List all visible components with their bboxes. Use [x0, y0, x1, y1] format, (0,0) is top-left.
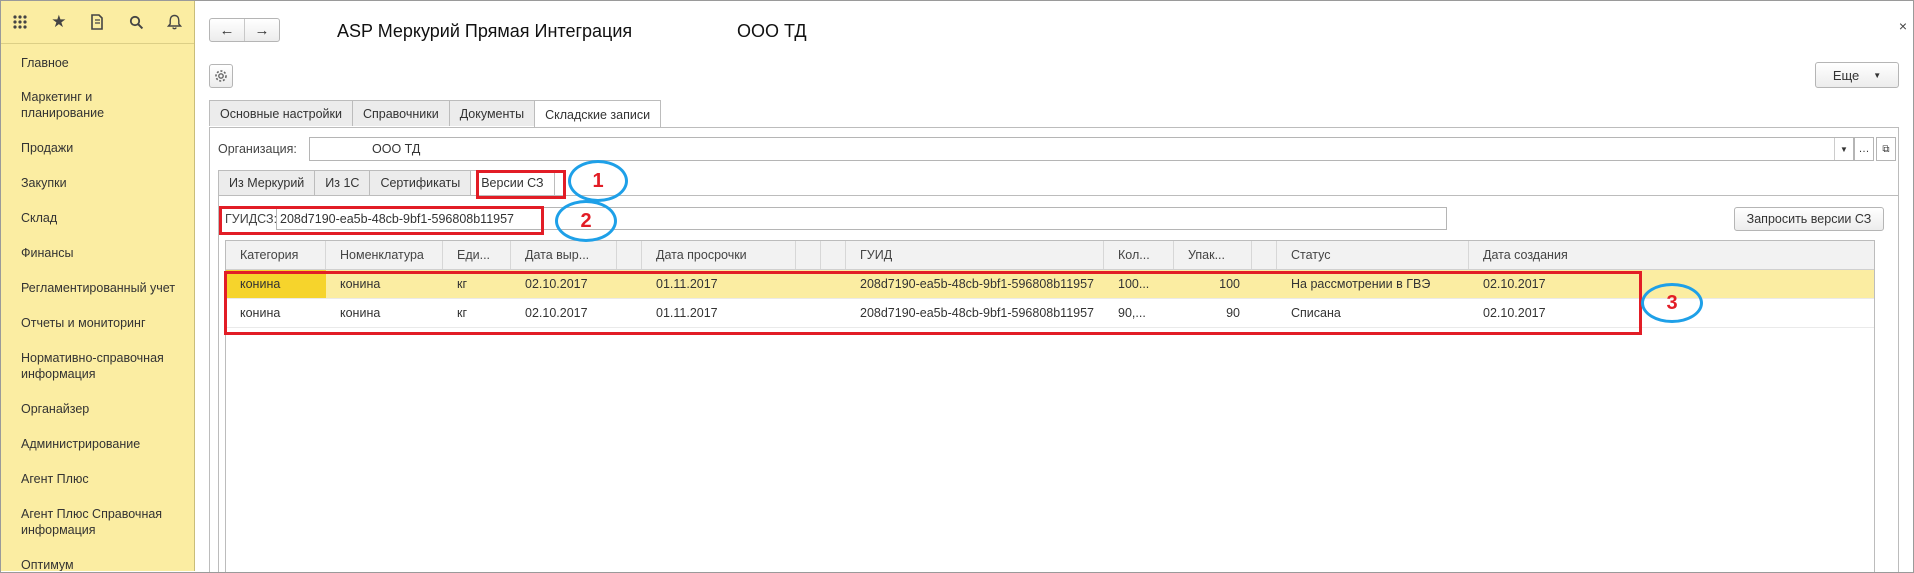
cell-category[interactable]: конина: [226, 270, 326, 298]
tab-directories[interactable]: Справочники: [351, 100, 450, 126]
tab-documents[interactable]: Документы: [448, 100, 536, 126]
sidebar-item-main[interactable]: Главное: [1, 55, 181, 71]
cell-quantity[interactable]: 90,...: [1104, 299, 1174, 327]
history-icon[interactable]: [78, 1, 117, 43]
cell-packages[interactable]: 100: [1174, 270, 1252, 298]
settings-gear-button[interactable]: [209, 64, 233, 88]
col-packages[interactable]: Упак...: [1174, 241, 1252, 269]
col-empty-1[interactable]: [617, 241, 642, 269]
request-versions-button[interactable]: Запросить версии СЗ: [1734, 207, 1884, 231]
tab-main-settings[interactable]: Основные настройки: [209, 100, 353, 126]
org-value: ООО ТД: [372, 142, 421, 156]
sidebar-item-agent-plus[interactable]: Агент Плюс: [1, 471, 181, 487]
cell-status[interactable]: Списана: [1277, 299, 1469, 327]
sz-versions-panel: ГУИДСЗ: 208d7190-ea5b-48cb-9bf1-596808b1…: [218, 195, 1898, 572]
col-empty-4[interactable]: [1252, 241, 1277, 269]
cell-guid[interactable]: 208d7190-ea5b-48cb-9bf1-596808b11957: [846, 270, 1104, 298]
guid-input[interactable]: 208d7190-ea5b-48cb-9bf1-596808b11957: [276, 207, 1447, 230]
sidebar-item-reports[interactable]: Отчеты и мониторинг: [1, 315, 194, 331]
org-select-button[interactable]: …: [1854, 137, 1874, 161]
sidebar-item-administration[interactable]: Администрирование: [1, 436, 181, 452]
annotation-oval-1: 1: [568, 160, 628, 202]
sidebar-item-regulated-accounting[interactable]: Регламентированный учет: [1, 280, 194, 296]
table-row[interactable]: конина конина кг 02.10.2017 01.11.2017 2…: [226, 299, 1874, 328]
sidebar-item-optimum[interactable]: Оптимум: [1, 557, 181, 571]
col-guid[interactable]: ГУИД: [846, 241, 1104, 269]
tab-certificates[interactable]: Сертификаты: [369, 170, 472, 195]
sidebar-item-sales[interactable]: Продажи: [1, 140, 181, 156]
warehouse-records-panel: Организация: ООО ТД ▼ … ⧉ Из Меркурий Из…: [209, 127, 1899, 572]
main-tabs: Основные настройки Справочники Документы…: [209, 100, 662, 128]
cell-production-date[interactable]: 02.10.2017: [511, 299, 617, 327]
tab-warehouse-records[interactable]: Складские записи: [534, 100, 662, 128]
org-label: Организация:: [218, 142, 297, 156]
cell-created-date[interactable]: 02.10.2017: [1469, 299, 1669, 327]
col-nomenclature[interactable]: Номенклатура: [326, 241, 443, 269]
gear-icon: [215, 70, 227, 82]
sidebar-item-finance[interactable]: Финансы: [1, 245, 181, 261]
cell-packages[interactable]: 90: [1174, 299, 1252, 327]
annotation-oval-3: 3: [1641, 283, 1703, 323]
versions-table: Категория Номенклатура Еди... Дата выр..…: [225, 240, 1875, 572]
cell-expiry-date[interactable]: 01.11.2017: [642, 299, 796, 327]
cell-guid[interactable]: 208d7190-ea5b-48cb-9bf1-596808b11957: [846, 299, 1104, 327]
page-title: ASP Меркурий Прямая Интеграция: [337, 21, 633, 41]
sidebar-item-warehouse[interactable]: Склад: [1, 210, 181, 226]
col-status[interactable]: Статус: [1277, 241, 1469, 269]
sub-tabs: Из Меркурий Из 1С Сертификаты Версии СЗ: [218, 170, 555, 195]
cell-status[interactable]: На рассмотрении в ГВЭ: [1277, 270, 1469, 298]
sidebar-toolbar: ★: [1, 1, 194, 44]
col-empty-2[interactable]: [796, 241, 821, 269]
col-created-date[interactable]: Дата создания: [1469, 241, 1874, 269]
table-row[interactable]: конина конина кг 02.10.2017 01.11.2017 2…: [226, 270, 1874, 299]
col-expiry-date[interactable]: Дата просрочки: [642, 241, 796, 269]
col-category[interactable]: Категория: [226, 241, 326, 269]
more-button[interactable]: Еще ▼: [1815, 62, 1899, 88]
nav-buttons: ← →: [209, 18, 280, 42]
more-label: Еще: [1832, 67, 1860, 83]
cell-expiry-date[interactable]: 01.11.2017: [642, 270, 796, 298]
apps-grid-icon[interactable]: [1, 1, 40, 43]
col-unit[interactable]: Еди...: [443, 241, 511, 269]
sidebar: ★ Главное Маркетинг и планирование Прода…: [1, 1, 195, 571]
star-icon[interactable]: ★: [40, 1, 79, 43]
cell-unit[interactable]: кг: [443, 299, 511, 327]
forward-arrow-icon[interactable]: →: [244, 19, 279, 41]
close-icon[interactable]: ×: [1899, 18, 1907, 34]
cell-quantity[interactable]: 100...: [1104, 270, 1174, 298]
back-arrow-icon[interactable]: ←: [210, 19, 244, 41]
cell-unit[interactable]: кг: [443, 270, 511, 298]
cell-production-date[interactable]: 02.10.2017: [511, 270, 617, 298]
dropdown-arrow-icon[interactable]: ▼: [1834, 138, 1853, 160]
page-org-title: ООО ТД: [737, 21, 807, 41]
tab-sz-versions[interactable]: Версии СЗ: [470, 170, 555, 195]
cell-nomenclature[interactable]: конина: [326, 270, 443, 298]
sidebar-item-reference-info[interactable]: Нормативно-справочная информация: [1, 350, 186, 382]
guid-label: ГУИДСЗ:: [225, 212, 278, 226]
col-empty-3[interactable]: [821, 241, 846, 269]
chevron-down-icon: ▼: [1873, 70, 1882, 80]
cell-nomenclature[interactable]: конина: [326, 299, 443, 327]
tab-from-1c[interactable]: Из 1С: [314, 170, 371, 195]
cell-created-date[interactable]: 02.10.2017: [1469, 270, 1669, 298]
annotation-oval-2: 2: [555, 200, 617, 242]
search-icon[interactable]: [117, 1, 156, 43]
col-quantity[interactable]: Кол...: [1104, 241, 1174, 269]
tab-from-mercury[interactable]: Из Меркурий: [218, 170, 316, 195]
cell-category[interactable]: конина: [226, 299, 326, 327]
sidebar-item-organizer[interactable]: Органайзер: [1, 401, 181, 417]
sidebar-item-agent-plus-reference[interactable]: Агент Плюс Справочная информация: [1, 506, 186, 538]
sidebar-item-marketing[interactable]: Маркетинг и планирование: [1, 89, 141, 121]
sidebar-item-purchases[interactable]: Закупки: [1, 175, 181, 191]
open-icon[interactable]: ⧉: [1876, 137, 1896, 161]
table-header: Категория Номенклатура Еди... Дата выр..…: [226, 241, 1874, 270]
col-production-date[interactable]: Дата выр...: [511, 241, 617, 269]
org-input[interactable]: ООО ТД ▼: [309, 137, 1854, 161]
bell-icon[interactable]: [155, 1, 194, 43]
